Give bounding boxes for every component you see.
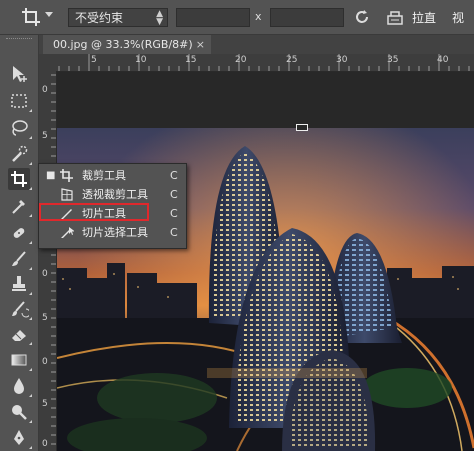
ratio-select[interactable]: 不受约束 ▲ ▼ xyxy=(68,8,168,27)
tools-panel xyxy=(0,35,39,451)
crop-tool-icon[interactable] xyxy=(8,168,32,190)
menu-item-label: 透视裁剪工具 xyxy=(82,188,148,201)
eyedropper-tool-icon[interactable] xyxy=(8,195,32,217)
close-icon[interactable]: × xyxy=(196,35,205,54)
straighten-button[interactable]: 拉直 xyxy=(412,9,436,26)
horizontal-ruler-ticks xyxy=(58,54,470,71)
shortcut-key: C xyxy=(170,188,178,201)
vertical-ruler-ticks xyxy=(51,74,56,445)
crop-icon xyxy=(59,168,74,183)
marquee-tool-icon[interactable] xyxy=(8,90,32,112)
ruler-label: 5 xyxy=(91,55,97,65)
ruler-label: 0 xyxy=(42,85,48,95)
swap-dimensions-label[interactable]: x xyxy=(255,10,262,23)
brush-tool-icon[interactable] xyxy=(8,248,32,270)
shortcut-key: C xyxy=(170,169,178,182)
ratio-select-value: 不受约束 xyxy=(75,11,124,25)
eraser-tool-icon[interactable] xyxy=(8,323,32,345)
menu-item-slice-select-tool[interactable]: 切片选择工具 C xyxy=(39,223,186,242)
healing-brush-tool-icon[interactable] xyxy=(8,222,32,244)
document-tab-title: 00.jpg @ 33.3%(RGB/8#) xyxy=(53,38,193,51)
annotation-highlight-box xyxy=(39,203,149,221)
ruler-origin[interactable] xyxy=(39,54,58,72)
select-arrows-icon: ▲ ▼ xyxy=(156,9,163,27)
ruler-label: 0 xyxy=(42,439,48,449)
document-tab-bar: 00.jpg @ 33.3%(RGB/8#) × xyxy=(39,35,474,54)
menu-item-perspective-crop-tool[interactable]: 透视裁剪工具 C xyxy=(39,185,186,204)
ruler-label: 15 xyxy=(185,55,197,65)
ruler-label: 30 xyxy=(336,55,348,65)
menu-item-label: 切片选择工具 xyxy=(82,226,148,239)
perspective-crop-icon xyxy=(59,187,74,202)
options-bar: 不受约束 ▲ ▼ x 拉直 视 xyxy=(0,0,474,35)
vertical-ruler[interactable]: 0 5 0 5 0 5 0 5 0 xyxy=(39,71,57,451)
ruler-label: 5 xyxy=(42,313,48,323)
ruler-label: 5 xyxy=(42,131,48,141)
ruler-label: 10 xyxy=(135,55,147,65)
lasso-tool-icon[interactable] xyxy=(8,117,32,139)
shortcut-key: C xyxy=(170,226,178,239)
menu-item-label: 裁剪工具 xyxy=(82,169,126,182)
straighten-icon[interactable] xyxy=(386,8,404,26)
gradient-tool-icon[interactable] xyxy=(8,349,32,371)
shortcut-key: C xyxy=(170,207,178,220)
clone-stamp-tool-icon[interactable] xyxy=(8,273,32,295)
ruler-label: 35 xyxy=(387,55,399,65)
ruler-label: 0 xyxy=(42,269,48,279)
ruler-label: 25 xyxy=(286,55,298,65)
crop-handle-top[interactable] xyxy=(296,124,308,131)
panel-grip[interactable] xyxy=(6,38,32,42)
ruler-label: 0 xyxy=(42,357,48,367)
view-menu-label[interactable]: 视 xyxy=(452,9,464,26)
ruler-label: 20 xyxy=(235,55,247,65)
ruler-label: 5 xyxy=(42,399,48,409)
chevron-down-icon[interactable] xyxy=(45,12,53,17)
blur-tool-icon[interactable] xyxy=(8,375,32,397)
document-tab[interactable]: 00.jpg @ 33.3%(RGB/8#) × xyxy=(43,35,211,54)
rotate-icon[interactable] xyxy=(353,8,371,26)
selected-bullet: ■ xyxy=(46,170,56,181)
quick-selection-tool-icon[interactable] xyxy=(8,143,32,165)
crop-tool-preset-icon[interactable] xyxy=(20,6,42,28)
horizontal-ruler[interactable]: 5 10 15 20 25 30 35 40 xyxy=(57,54,474,72)
pen-tool-icon[interactable] xyxy=(8,427,32,449)
menu-item-crop-tool[interactable]: ■ 裁剪工具 C xyxy=(39,166,186,185)
move-tool-icon[interactable] xyxy=(8,63,30,85)
dodge-tool-icon[interactable] xyxy=(8,401,32,423)
crop-height-field[interactable] xyxy=(270,8,344,27)
ruler-label: 40 xyxy=(437,55,449,65)
slice-select-icon xyxy=(59,225,75,240)
crop-width-field[interactable] xyxy=(176,8,250,27)
history-brush-tool-icon[interactable] xyxy=(8,298,32,320)
